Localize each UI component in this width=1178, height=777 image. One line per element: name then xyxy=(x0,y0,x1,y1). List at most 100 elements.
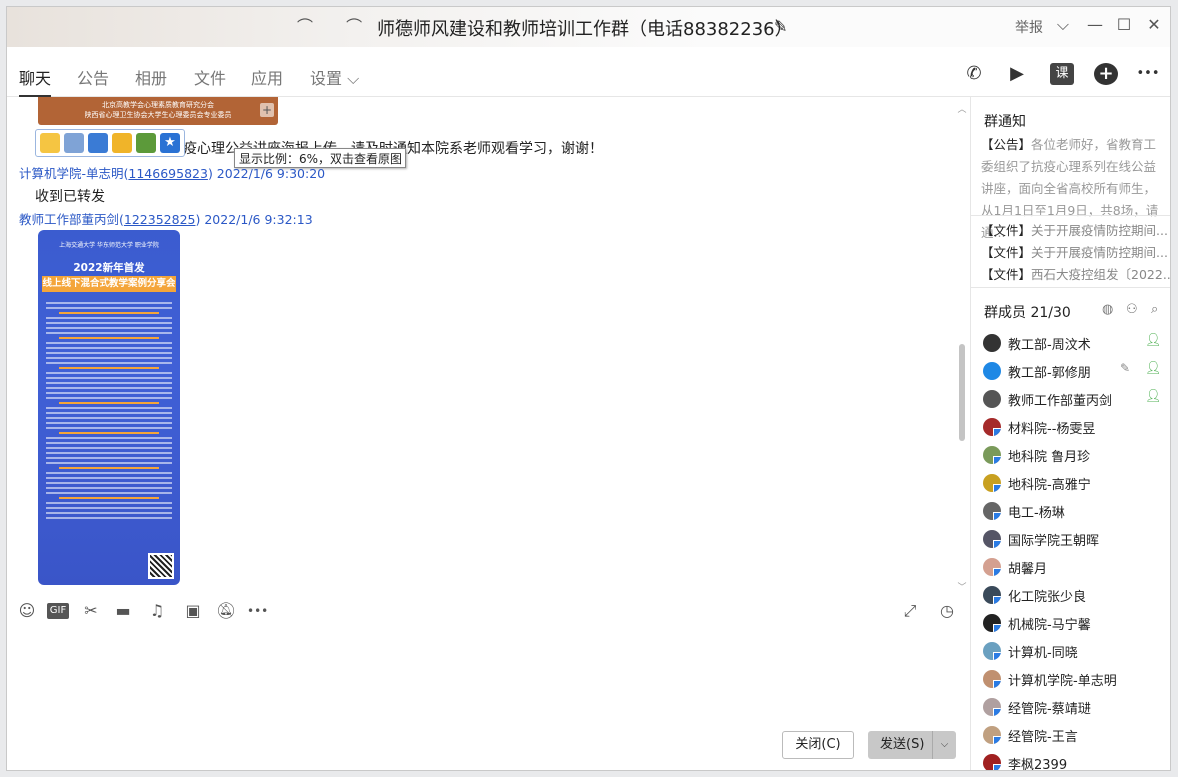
member-item[interactable]: 地科院-高雅宁 xyxy=(971,469,1170,497)
avatar[interactable] xyxy=(983,698,1001,716)
tab-apps[interactable]: 应用 xyxy=(251,65,283,89)
more-icon[interactable]: ••• xyxy=(1136,63,1160,85)
avatar[interactable] xyxy=(983,726,1001,744)
course-button[interactable]: 课 xyxy=(1050,63,1074,85)
avatar[interactable] xyxy=(983,530,1001,548)
image-icon[interactable]: ▣ xyxy=(183,601,203,621)
add-button[interactable]: + xyxy=(1094,63,1118,85)
add-member-icon[interactable]: ⚇ xyxy=(1126,302,1138,317)
member-item[interactable]: 李枫2399 xyxy=(971,749,1170,770)
tab-bar: 聊天 公告 相册 文件 应用 设置 ⌵ xyxy=(7,47,1170,97)
more-icon[interactable]: ••• xyxy=(247,601,268,621)
input-toolbar: ☺ GIF ✂ ▬ ♫ ▣ 🔕︎ ••• ⤢ ◷ xyxy=(7,597,970,627)
emoji-icon[interactable]: ☺ xyxy=(17,601,37,621)
avatar[interactable] xyxy=(983,334,1001,352)
file-item[interactable]: 【文件】关于开展疫情防控期间... xyxy=(971,220,1170,242)
avatar[interactable] xyxy=(983,642,1001,660)
video-icon[interactable]: ▶ xyxy=(1005,63,1029,85)
notice-tag: 【公告】 xyxy=(981,137,1032,152)
sender-name[interactable]: 教师工作部董丙剑 xyxy=(19,212,119,227)
close-button[interactable]: 关闭(C) xyxy=(782,731,854,759)
avatar[interactable] xyxy=(983,418,1001,436)
member-item[interactable]: 材料院--杨雯昱 xyxy=(971,413,1170,441)
message-sender[interactable]: 计算机学院-单志明(1146695823) 2022/1/6 9:30:20 xyxy=(19,163,325,182)
tab-chat[interactable]: 聊天 xyxy=(19,65,52,97)
message-sender[interactable]: 教师工作部董丙剑(122352825) 2022/1/6 9:32:13 xyxy=(19,209,313,228)
avatar[interactable] xyxy=(983,670,1001,688)
member-item[interactable]: 机械院-马宁馨 xyxy=(971,609,1170,637)
member-item[interactable]: 教工部-周汶术 👤︎ xyxy=(971,329,1170,357)
scroll-up-icon[interactable]: ︿ xyxy=(956,102,968,115)
chevron-down-icon[interactable]: ⌵ xyxy=(1051,13,1075,37)
sender-qq[interactable]: 122352825 xyxy=(124,212,196,227)
avatar[interactable] xyxy=(983,474,1001,492)
sticker-icon[interactable] xyxy=(112,133,132,153)
save-icon[interactable] xyxy=(64,133,84,153)
mute-bell-icon[interactable]: 🔕︎ xyxy=(216,601,236,621)
avatar[interactable] xyxy=(983,614,1001,632)
admin-icon: 👤︎ xyxy=(1145,333,1162,348)
member-item[interactable]: 经管院-王言 xyxy=(971,721,1170,749)
close-icon[interactable]: ✕ xyxy=(1142,13,1166,37)
member-item[interactable]: 教师工作部董丙剑 👤︎ xyxy=(971,385,1170,413)
sender-name[interactable]: 计算机学院-单志明 xyxy=(19,166,124,181)
avatar[interactable] xyxy=(983,362,1001,380)
member-item[interactable]: 经管院-蔡靖琎 xyxy=(971,693,1170,721)
emoji-icon[interactable] xyxy=(40,133,60,153)
expand-icon[interactable]: ⤢ xyxy=(900,601,920,621)
tab-announcement[interactable]: 公告 xyxy=(77,65,109,89)
minimize-icon[interactable]: — xyxy=(1083,13,1107,37)
avatar[interactable] xyxy=(983,754,1001,770)
member-item[interactable]: 计算机学院-单志明 xyxy=(971,665,1170,693)
member-name: 教工部-郭修朋 xyxy=(1008,366,1091,381)
scroll-down-icon[interactable]: ﹀ xyxy=(956,580,968,593)
file-item[interactable]: 【文件】关于开展疫情防控期间... xyxy=(971,242,1170,264)
picture-icon[interactable] xyxy=(136,133,156,153)
screen-icon[interactable] xyxy=(88,133,108,153)
scroll-thumb[interactable] xyxy=(959,344,965,441)
poster-body xyxy=(46,302,172,522)
member-item[interactable]: 教工部-郭修朋 ✎ 👤︎ xyxy=(971,357,1170,385)
pencil-icon[interactable]: ✎ xyxy=(774,17,787,36)
history-icon[interactable]: ◷ xyxy=(937,601,957,621)
search-icon[interactable]: ⌕ xyxy=(1151,302,1158,317)
member-item[interactable]: 化工院张少良 xyxy=(971,581,1170,609)
star-icon[interactable]: ★ xyxy=(160,133,180,153)
tab-settings[interactable]: 设置 ⌵ xyxy=(310,65,359,89)
member-item[interactable]: 电工-杨琳 xyxy=(971,497,1170,525)
avatar[interactable] xyxy=(983,558,1001,576)
pencil-icon[interactable]: ✎ xyxy=(1120,361,1130,375)
tab-album[interactable]: 相册 xyxy=(135,65,167,89)
member-item[interactable]: 胡馨月 xyxy=(971,553,1170,581)
poster-image[interactable]: 上海交通大学 华东师范大学 职业学院 2022新年首发 线上线下混合式教学案例分… xyxy=(38,230,180,585)
file-name: 西石大疫控组发〔2022... xyxy=(1031,267,1171,282)
avatar[interactable] xyxy=(983,446,1001,464)
gif-button[interactable]: GIF xyxy=(47,603,69,619)
chat-bubble-icon[interactable]: ◍ xyxy=(1102,302,1113,317)
report-link[interactable]: 举报 xyxy=(1015,17,1043,37)
zoom-in-icon[interactable]: + xyxy=(260,103,274,117)
member-scrollbar[interactable] xyxy=(1170,327,1171,582)
avatar[interactable] xyxy=(983,390,1001,408)
member-item[interactable]: 地科院 鲁月珍 xyxy=(971,441,1170,469)
maximize-icon[interactable]: ☐ xyxy=(1112,13,1136,37)
scissors-icon[interactable]: ✂ xyxy=(81,601,101,621)
member-item[interactable]: 国际学院王朝晖 xyxy=(971,525,1170,553)
send-button[interactable]: 发送(S) ⌵ xyxy=(868,731,956,759)
sender-qq[interactable]: 1146695823 xyxy=(128,166,208,181)
tab-files[interactable]: 文件 xyxy=(194,65,226,89)
chat-scrollbar[interactable]: ︿ ﹀ xyxy=(956,102,968,593)
poster-header: 上海交通大学 华东师范大学 职业学院 xyxy=(59,242,159,249)
message-time: 2022/1/6 9:32:13 xyxy=(204,212,313,227)
member-item[interactable]: 计算机-同晓 xyxy=(971,637,1170,665)
message-input[interactable] xyxy=(7,629,970,725)
chevron-down-icon[interactable]: ⌵ xyxy=(932,731,956,759)
avatar[interactable] xyxy=(983,502,1001,520)
banner-image[interactable]: 北京高教学会心理素质教育研究分会 陕西省心理卫生协会大学生心理委员会专业委员 + xyxy=(38,97,278,125)
avatar[interactable] xyxy=(983,586,1001,604)
music-icon[interactable]: ♫ xyxy=(147,601,167,621)
file-item[interactable]: 【文件】西石大疫控组发〔2022... xyxy=(971,264,1171,286)
folder-icon[interactable]: ▬ xyxy=(113,601,133,621)
phone-icon[interactable]: ✆ xyxy=(962,63,986,85)
chat-area[interactable]: 北京高教学会心理素质教育研究分会 陕西省心理卫生协会大学生心理委员会专业委员 +… xyxy=(7,97,970,592)
